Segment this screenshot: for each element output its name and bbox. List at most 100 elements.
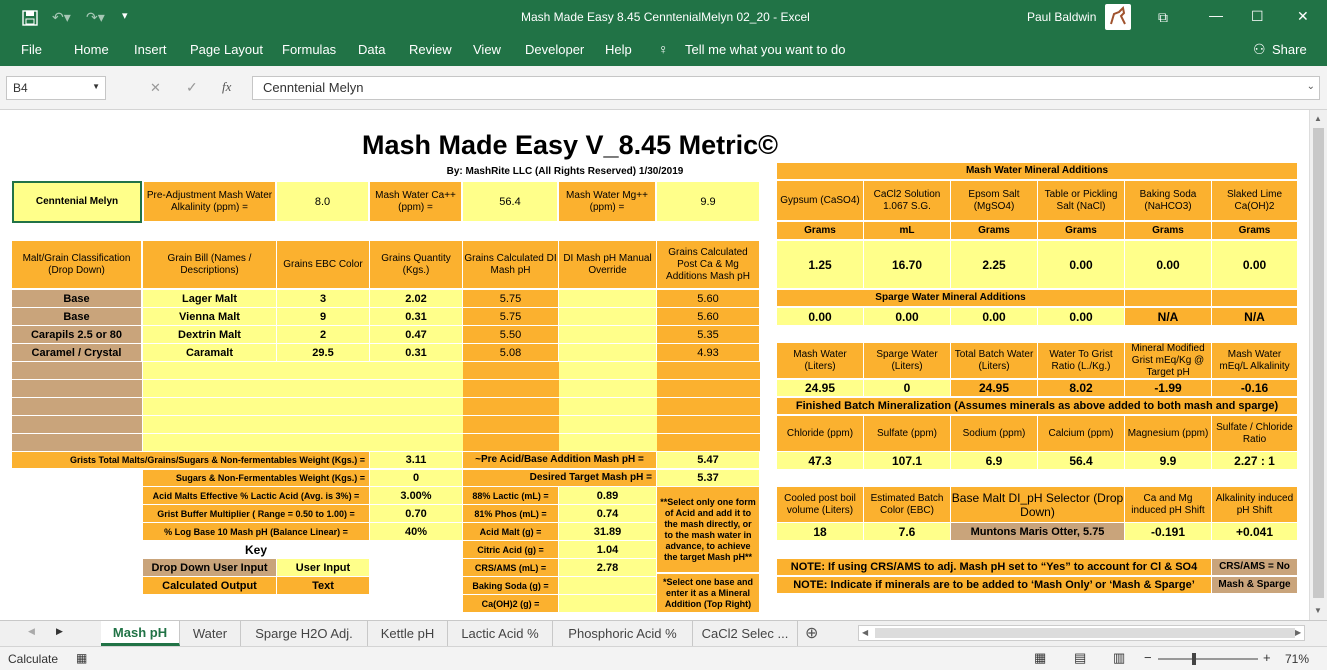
page-break-view-icon[interactable]: ▥: [1113, 650, 1125, 666]
scroll-left-icon[interactable]: ◀: [862, 628, 868, 637]
redo-icon[interactable]: ↷▾: [86, 10, 105, 24]
menu-page-layout[interactable]: Page Layout: [190, 42, 263, 57]
scroll-thumb[interactable]: [1313, 128, 1324, 598]
grain-class-3[interactable]: Carapils 2.5 or 80: [12, 326, 142, 344]
grain-name-1[interactable]: Lager Malt: [143, 290, 277, 308]
horizontal-scrollbar[interactable]: ◀ ▶: [858, 625, 1305, 641]
vertical-scrollbar[interactable]: ▲ ▼: [1309, 110, 1327, 620]
calcium-value[interactable]: 56.4: [463, 182, 558, 222]
hscroll-thumb[interactable]: [875, 628, 1295, 638]
grain-name-2[interactable]: Vienna Malt: [143, 308, 277, 326]
tab-sparge-h2o[interactable]: Sparge H2O Adj.: [241, 621, 368, 646]
target-ph-value[interactable]: 5.37: [657, 470, 760, 487]
grain-override-1[interactable]: [559, 290, 657, 308]
add-sheet-icon[interactable]: ⊕: [805, 623, 818, 643]
grain-class-1[interactable]: Base: [12, 290, 142, 308]
grain-ebc-3[interactable]: 2: [277, 326, 370, 344]
grain-override-3[interactable]: [559, 326, 657, 344]
mineral-value-gypsum[interactable]: 1.25: [777, 241, 864, 289]
log-value[interactable]: 40%: [370, 523, 463, 541]
mineral-value-bakingsoda[interactable]: 0.00: [1125, 241, 1212, 289]
menu-developer[interactable]: Developer: [525, 42, 584, 57]
volume-value-sparge[interactable]: 0: [864, 380, 951, 397]
zoom-slider[interactable]: [1158, 653, 1258, 665]
grain-name-3[interactable]: Dextrin Malt: [143, 326, 277, 344]
volume-value-mash[interactable]: 24.95: [777, 380, 864, 397]
grain-qty-4[interactable]: 0.31: [370, 344, 463, 362]
cancel-icon[interactable]: ✕: [150, 80, 161, 96]
ribbon-display-icon[interactable]: ⧉: [1158, 10, 1168, 24]
scroll-up-icon[interactable]: ▲: [1314, 114, 1322, 123]
zoom-slider-thumb[interactable]: [1192, 653, 1196, 665]
avatar[interactable]: [1105, 4, 1131, 30]
grain-class-4[interactable]: Caramel / Crystal: [12, 344, 142, 362]
user-name[interactable]: Paul Baldwin: [1027, 10, 1096, 24]
formula-input[interactable]: Cenntenial Melyn ⌄: [252, 76, 1320, 100]
name-box[interactable]: B4 ▼: [6, 76, 106, 100]
share-button[interactable]: Share: [1272, 42, 1307, 57]
maximize-icon[interactable]: ☐: [1251, 9, 1264, 23]
menu-file[interactable]: File: [21, 42, 42, 57]
lactic-pct-value[interactable]: 3.00%: [370, 487, 463, 505]
sparge-value-gypsum[interactable]: 0.00: [777, 308, 864, 326]
grain-name-4[interactable]: Caramalt: [143, 344, 277, 362]
sparge-value-cacl2[interactable]: 0.00: [864, 308, 951, 326]
grain-ebc-1[interactable]: 3: [277, 290, 370, 308]
buffer-value[interactable]: 0.70: [370, 505, 463, 523]
sparge-value-salt[interactable]: 0.00: [1038, 308, 1125, 326]
grain-ebc-4[interactable]: 29.5: [277, 344, 370, 362]
mineral-value-epsom[interactable]: 2.25: [951, 241, 1038, 289]
grain-qty-2[interactable]: 0.31: [370, 308, 463, 326]
scroll-right-icon[interactable]: ▶: [1295, 628, 1301, 637]
tab-cacl2-selector[interactable]: CaCl2 Selec ...: [693, 621, 798, 646]
mineral-value-salt[interactable]: 0.00: [1038, 241, 1125, 289]
mineral-value-cacl2[interactable]: 16.70: [864, 241, 951, 289]
zoom-level[interactable]: 71%: [1285, 652, 1309, 666]
menu-data[interactable]: Data: [358, 42, 385, 57]
tab-water[interactable]: Water: [180, 621, 241, 646]
zoom-in-icon[interactable]: +: [1263, 650, 1271, 665]
zoom-out-icon[interactable]: −: [1144, 650, 1152, 665]
menu-insert[interactable]: Insert: [134, 42, 167, 57]
cooled-volume-value[interactable]: 18: [777, 523, 864, 541]
menu-review[interactable]: Review: [409, 42, 452, 57]
tell-me-search[interactable]: Tell me what you want to do: [685, 42, 845, 57]
mineral-value-lime[interactable]: 0.00: [1212, 241, 1298, 289]
chevron-down-icon[interactable]: ▼: [92, 82, 100, 91]
tab-scroll-right-icon[interactable]: ▶: [56, 626, 63, 637]
tab-kettle-ph[interactable]: Kettle pH: [368, 621, 448, 646]
base-malt-selector[interactable]: Muntons Maris Otter, 5.75: [951, 523, 1125, 541]
grain-override-4[interactable]: [559, 344, 657, 362]
menu-view[interactable]: View: [473, 42, 501, 57]
grain-qty-3[interactable]: 0.47: [370, 326, 463, 344]
minimize-icon[interactable]: —: [1209, 8, 1223, 22]
sparge-value-epsom[interactable]: 0.00: [951, 308, 1038, 326]
save-icon[interactable]: [22, 10, 38, 26]
recipe-name-cell[interactable]: Cenntenial Melyn: [12, 181, 142, 223]
grain-ebc-2[interactable]: 9: [277, 308, 370, 326]
worksheet[interactable]: Mash Made Easy V_8.45 Metric© By: MashRi…: [0, 110, 1327, 620]
grain-qty-1[interactable]: 2.02: [370, 290, 463, 308]
expand-formula-icon[interactable]: ⌄: [1307, 81, 1315, 92]
customize-qat-icon[interactable]: ▾: [122, 9, 128, 23]
tab-phosphoric-acid[interactable]: Phosphoric Acid %: [553, 621, 693, 646]
enter-icon[interactable]: ✓: [186, 79, 198, 96]
normal-view-icon[interactable]: ▦: [1034, 650, 1046, 666]
grain-override-2[interactable]: [559, 308, 657, 326]
alkalinity-value[interactable]: 8.0: [277, 182, 369, 222]
grain-class-2[interactable]: Base: [12, 308, 142, 326]
close-icon[interactable]: ✕: [1297, 9, 1309, 23]
tab-mash-ph[interactable]: Mash pH: [101, 621, 180, 646]
tab-lactic-acid[interactable]: Lactic Acid %: [448, 621, 553, 646]
menu-help[interactable]: Help: [605, 42, 632, 57]
sugar-value[interactable]: 0: [370, 470, 463, 487]
undo-icon[interactable]: ↶▾: [52, 10, 71, 24]
scroll-down-icon[interactable]: ▼: [1314, 606, 1322, 615]
macro-record-icon[interactable]: ▦: [76, 651, 87, 665]
crs-selector[interactable]: CRS/AMS = No: [1212, 559, 1298, 576]
tab-scroll-left-icon[interactable]: ◀: [28, 626, 35, 637]
page-layout-view-icon[interactable]: ▤: [1074, 650, 1086, 666]
mash-sparge-selector[interactable]: Mash & Sparge: [1212, 577, 1298, 594]
menu-formulas[interactable]: Formulas: [282, 42, 336, 57]
empty-grain-rows[interactable]: [12, 362, 760, 452]
